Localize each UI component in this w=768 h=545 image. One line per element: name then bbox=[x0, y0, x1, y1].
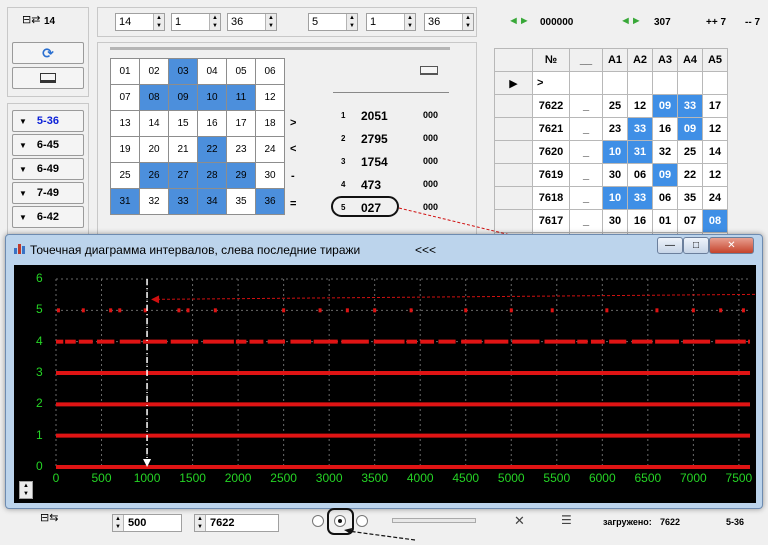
scatter-point bbox=[655, 308, 659, 313]
scatter-point bbox=[464, 308, 468, 313]
x-tick-label: 7000 bbox=[680, 471, 707, 485]
close-button[interactable]: ✕ bbox=[709, 237, 754, 254]
scatter-point bbox=[373, 308, 377, 313]
export-icon[interactable]: ⊟⇆ bbox=[40, 511, 58, 524]
x-tick-label: 4000 bbox=[406, 471, 434, 485]
scatter-point bbox=[741, 308, 745, 313]
scatter-point bbox=[143, 308, 147, 313]
scatter-point bbox=[282, 308, 286, 313]
scatter-point bbox=[186, 308, 190, 313]
scatter-point bbox=[177, 308, 181, 313]
list-icon[interactable]: ☰ bbox=[561, 513, 572, 527]
x-tick-label: 5500 bbox=[543, 471, 571, 485]
scatter-point bbox=[345, 308, 349, 313]
x-tick-label: 2500 bbox=[270, 471, 297, 485]
x-tick-label: 3500 bbox=[361, 471, 389, 485]
y-tick-label: 2 bbox=[36, 396, 43, 411]
x-tick-label: 500 bbox=[91, 471, 112, 485]
annotation-arrow-black bbox=[344, 528, 416, 541]
x-tick-label: 2000 bbox=[224, 471, 252, 485]
scatter-point bbox=[118, 308, 122, 313]
chart-window-icon bbox=[14, 243, 27, 254]
scatter-point bbox=[409, 308, 413, 313]
plot-zoom-spinner[interactable]: ▲ ▼ bbox=[19, 481, 33, 499]
scatter-point bbox=[509, 308, 513, 313]
mode-indicator: 5-36 bbox=[726, 517, 745, 527]
scatter-point bbox=[213, 308, 217, 313]
y-tick-label: 4 bbox=[36, 333, 43, 348]
loaded-label: загружено: bbox=[603, 517, 652, 527]
scatter-point bbox=[719, 308, 723, 313]
scatter-point bbox=[318, 308, 322, 313]
y-tick-label: 5 bbox=[36, 302, 43, 317]
radio-option-1[interactable] bbox=[312, 515, 324, 527]
x-tick-label: 1500 bbox=[179, 471, 206, 485]
scatter-point bbox=[691, 308, 695, 313]
x-tick-label: 6000 bbox=[588, 471, 616, 485]
x-tick-label: 7500 bbox=[725, 471, 753, 485]
scatter-plot bbox=[55, 278, 756, 469]
clear-icon[interactable]: ✕ bbox=[514, 513, 525, 529]
loaded-value: 7622 bbox=[660, 517, 681, 527]
annotation-pointer-icon bbox=[151, 295, 160, 304]
y-tick-label: 1 bbox=[36, 427, 43, 442]
x-tick-label: 1000 bbox=[133, 471, 161, 485]
x-tick-label: 6500 bbox=[634, 471, 662, 485]
bottom-spinner-b[interactable]: 7622 ▲ ▼ bbox=[194, 514, 279, 532]
scatter-point bbox=[550, 308, 554, 313]
scatter-point bbox=[56, 308, 60, 313]
scatter-point bbox=[109, 308, 113, 313]
y-tick-label: 3 bbox=[36, 365, 43, 379]
minimize-button[interactable]: — bbox=[657, 237, 683, 254]
popup-nav-back[interactable]: <<< bbox=[415, 243, 436, 257]
annotation-pointer-line bbox=[155, 293, 756, 300]
scatter-point bbox=[605, 308, 609, 313]
bottom-spinner-a[interactable]: 500 ▲ ▼ bbox=[112, 514, 182, 532]
maximize-button[interactable]: □ bbox=[683, 237, 709, 254]
scatter-popup-window[interactable]: Точечная диаграмма интервалов, слева пос… bbox=[5, 234, 763, 509]
popup-title: Точечная диаграмма интервалов, слева пос… bbox=[30, 243, 361, 257]
x-tick-label: 5000 bbox=[497, 471, 525, 485]
scatter-point bbox=[81, 308, 85, 313]
y-tick-label: 6 bbox=[36, 271, 43, 285]
x-tick-label: 3000 bbox=[315, 471, 343, 485]
x-tick-label: 0 bbox=[52, 471, 60, 485]
scatter-plot-area[interactable]: 0123456 0 500 1000 1500 2000 2500 3000 3500 4000… bbox=[14, 265, 756, 503]
progress-track bbox=[392, 518, 476, 523]
x-tick-label: 4500 bbox=[452, 471, 480, 485]
